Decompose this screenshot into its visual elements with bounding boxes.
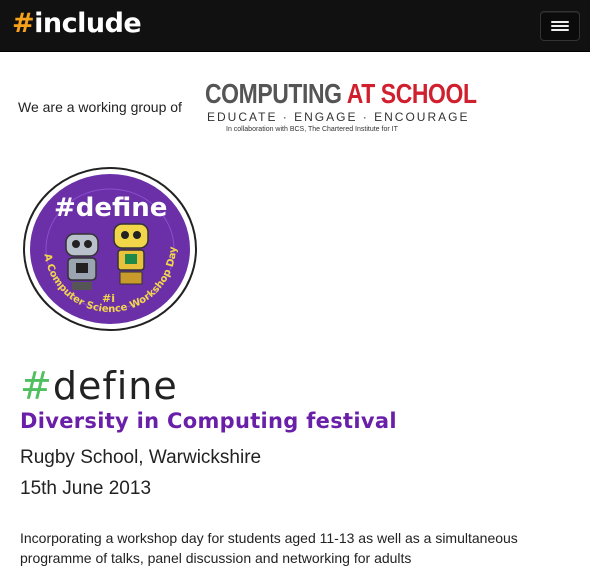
partner-intro-text: We are a working group of <box>18 99 182 115</box>
computing-at-school-logo[interactable]: COMPUTING AT SCHOOL EDUCATE · ENGAGE · E… <box>205 78 477 134</box>
cas-logo-word2: AT SCHOOL <box>346 78 477 109</box>
menu-toggle-button[interactable] <box>540 11 580 41</box>
event-description: Incorporating a workshop day for student… <box>20 530 518 566</box>
partner-section: We are a working group of COMPUTING AT S… <box>0 52 590 142</box>
top-navbar: #include <box>0 0 590 52</box>
event-hero: #define Diversity in Computing festival … <box>20 365 397 502</box>
event-title: #define <box>20 365 397 407</box>
event-date: 15th June 2013 <box>20 478 152 499</box>
brand-text: include <box>34 8 142 39</box>
badge-small-tag: #i <box>102 292 115 305</box>
event-title-text: define <box>52 364 178 408</box>
brand-hash: # <box>12 8 35 39</box>
cas-logo-collab: In collaboration with BCS, The Chartered… <box>226 126 398 133</box>
event-title-hash: # <box>20 364 53 408</box>
cas-logo-tagline: EDUCATE · ENGAGE · ENCOURAGE <box>207 110 470 124</box>
event-venue: Rugby School, Warwickshire <box>20 447 262 468</box>
define-badge-logo: #define #i A Computer Science Workshop D… <box>22 166 197 331</box>
cas-logo-word1: COMPUTING <box>205 78 342 109</box>
badge-title: #define <box>54 193 167 223</box>
event-subtitle: Diversity in Computing festival <box>20 409 397 433</box>
brand-logo[interactable]: #include <box>12 8 142 39</box>
